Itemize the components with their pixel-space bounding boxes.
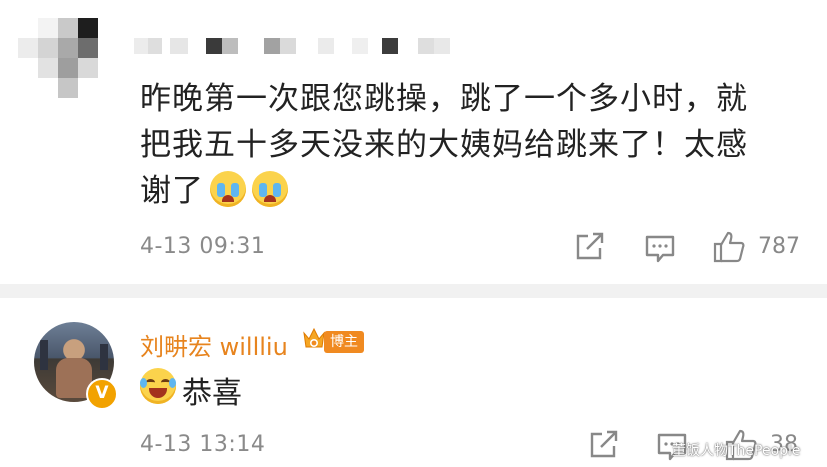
comment-text: 昨晚第一次跟您跳操，跳了一个多小时，就 把我五十多天没来的大姨妈给跳来了！太感 …	[140, 76, 810, 214]
reply-text: 恭喜	[182, 376, 242, 411]
comment-icon[interactable]	[644, 234, 676, 264]
watermark: 董饭人物ThePeople	[672, 443, 801, 459]
like-count: 787	[758, 234, 800, 259]
host-badge: 博主	[324, 331, 364, 353]
comment-text-line: 谢了	[140, 168, 810, 214]
comment-time: 4-13 13:14	[140, 432, 266, 457]
comment-text-line-end: 谢了	[140, 173, 204, 209]
crying-face-icon	[210, 171, 246, 207]
laughing-tears-icon	[140, 368, 176, 404]
username[interactable]: 刘畊宏 willliu	[140, 327, 288, 362]
comment-time: 4-13 09:31	[140, 234, 266, 259]
share-icon[interactable]	[574, 232, 606, 262]
comment-text-line: 把我五十多天没来的大姨妈给跳来了！太感	[140, 127, 748, 163]
share-icon[interactable]	[588, 430, 620, 460]
comment-text-line: 昨晚第一次跟您跳操，跳了一个多小时，就	[140, 81, 748, 117]
comment-divider	[0, 284, 827, 298]
like-icon[interactable]	[712, 230, 746, 264]
crown-icon	[303, 327, 325, 348]
crying-face-icon	[252, 171, 288, 207]
verified-badge-icon: V	[86, 378, 118, 410]
